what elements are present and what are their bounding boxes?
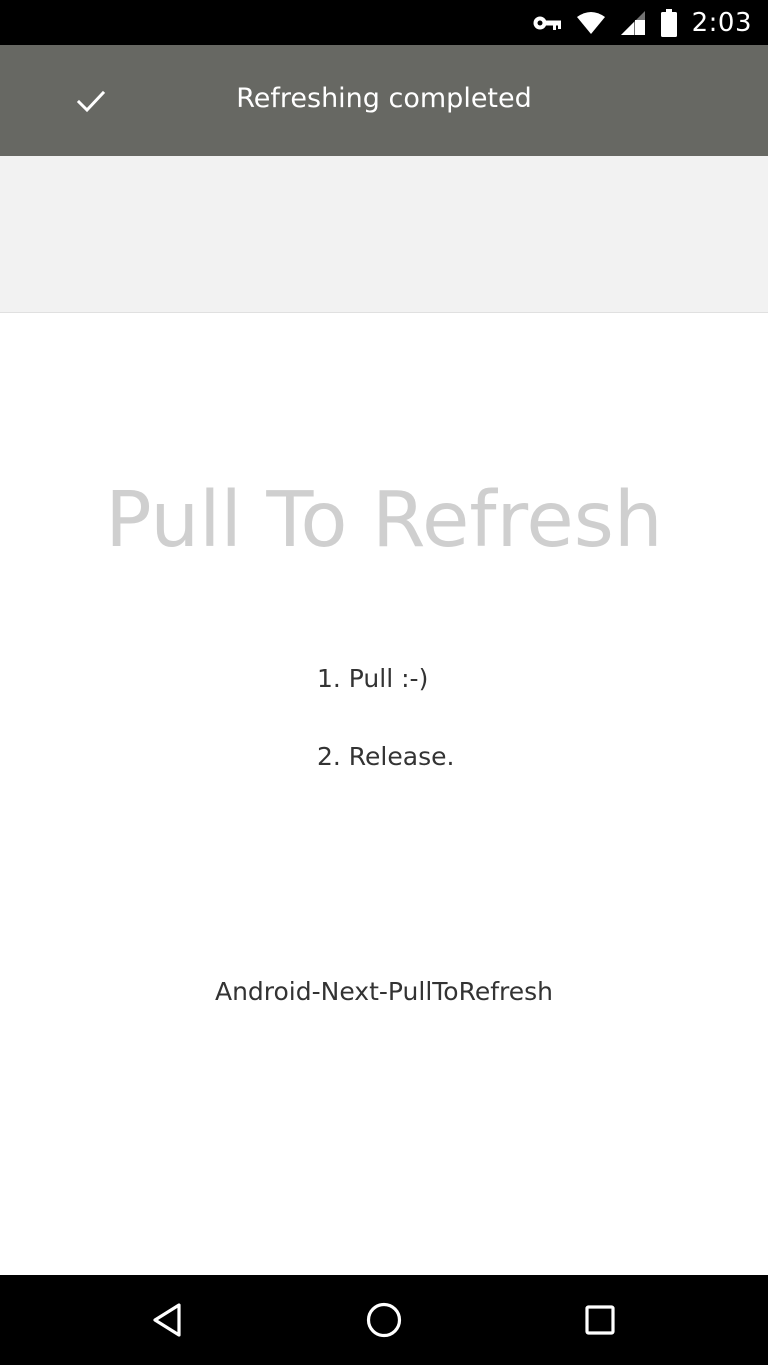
status-time: 2:03 bbox=[691, 7, 752, 38]
home-icon bbox=[364, 1300, 404, 1340]
step-item-2: 2. Release. bbox=[317, 742, 455, 771]
library-name-label: Android-Next-PullToRefresh bbox=[214, 977, 554, 1006]
cell-signal-icon bbox=[620, 10, 646, 36]
battery-icon bbox=[660, 8, 678, 37]
pull-area-background bbox=[0, 156, 768, 313]
refresh-status-text: Refreshing completed bbox=[236, 83, 532, 114]
content-area[interactable]: Pull To Refresh 1. Pull :-) 2. Release. … bbox=[0, 313, 768, 1275]
vpn-key-icon bbox=[532, 14, 562, 32]
wifi-icon bbox=[576, 11, 606, 35]
refresh-header: Refreshing completed bbox=[0, 45, 768, 156]
recents-button[interactable] bbox=[580, 1300, 620, 1340]
step-item-1: 1. Pull :-) bbox=[317, 664, 429, 693]
back-button[interactable] bbox=[149, 1300, 189, 1340]
navigation-bar bbox=[0, 1275, 768, 1365]
home-button[interactable] bbox=[364, 1300, 404, 1340]
status-icons: 2:03 bbox=[532, 0, 752, 45]
recents-icon bbox=[580, 1300, 620, 1340]
page-title: Pull To Refresh bbox=[105, 476, 663, 565]
status-bar: 2:03 bbox=[0, 0, 768, 45]
back-icon bbox=[149, 1300, 189, 1340]
